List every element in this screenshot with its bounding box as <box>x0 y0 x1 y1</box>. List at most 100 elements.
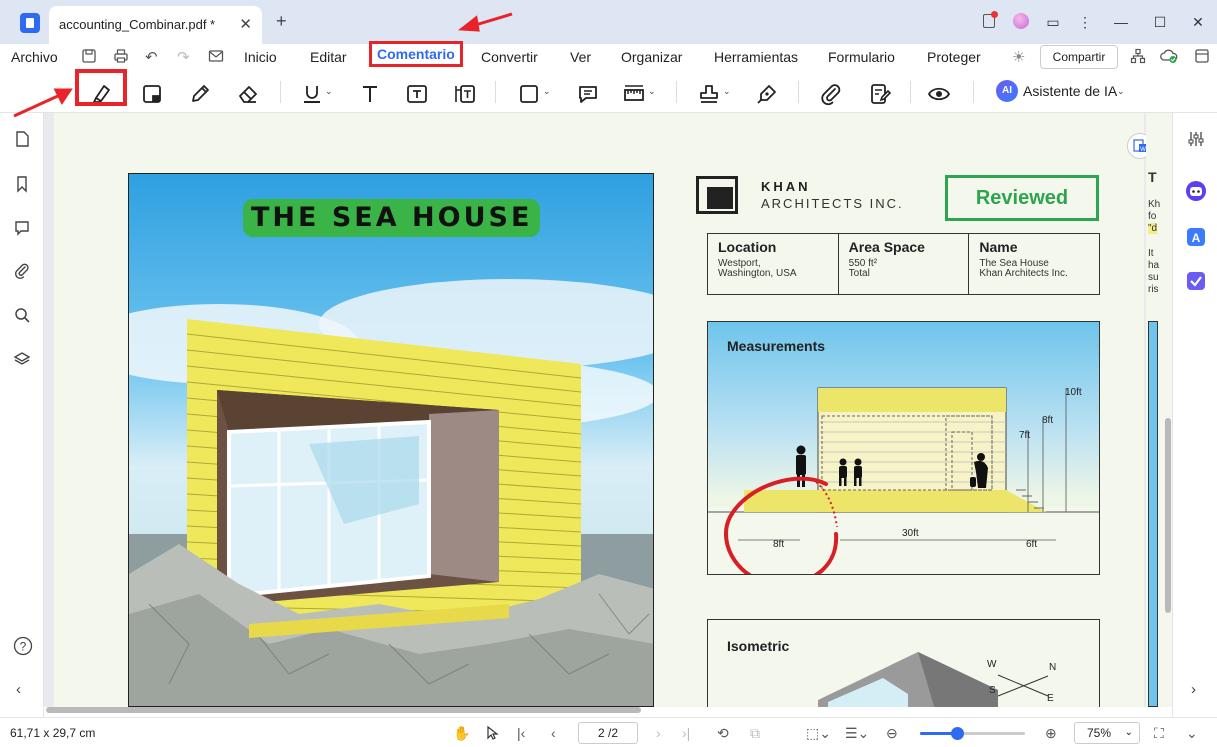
properties-icon[interactable] <box>1187 130 1205 148</box>
underline-icon[interactable] <box>298 80 326 108</box>
textbox-icon[interactable] <box>403 80 431 108</box>
menu-ver[interactable]: Ver <box>570 49 591 65</box>
attachments-icon[interactable] <box>13 262 31 280</box>
menu-editar[interactable]: Editar <box>310 49 347 65</box>
crop-icon[interactable]: ⧉ <box>750 725 760 742</box>
horizontal-scrollbar[interactable] <box>46 707 641 713</box>
expand-right-icon[interactable]: › <box>1191 681 1209 699</box>
zoom-level-select[interactable]: 75% ⌄ <box>1074 722 1140 744</box>
reviewed-stamp[interactable]: Reviewed <box>945 175 1099 221</box>
page2-image-edge <box>1148 321 1158 707</box>
company-logo-icon <box>696 176 738 214</box>
ai-robot-icon[interactable] <box>1185 180 1206 201</box>
menu-comentario[interactable]: Comentario <box>369 41 463 67</box>
page-layout-icon[interactable]: ☰⌄ <box>845 725 869 742</box>
hand-tool-icon[interactable]: ✋ <box>453 725 470 742</box>
chevron-down-icon[interactable]: ⌄ <box>648 86 656 97</box>
zoom-slider-knob[interactable] <box>950 727 964 740</box>
comments-icon[interactable] <box>13 219 31 237</box>
last-page-icon[interactable]: ›| <box>682 725 690 741</box>
share-button[interactable]: Compartir <box>1040 45 1118 69</box>
measure-icon[interactable] <box>620 80 648 108</box>
email-icon[interactable] <box>208 48 224 68</box>
menu-formulario[interactable]: Formulario <box>828 49 895 65</box>
cloud-sync-icon[interactable] <box>1160 48 1178 68</box>
next-page-icon[interactable]: › <box>656 725 661 741</box>
page-thumbnails-icon[interactable] <box>13 130 31 148</box>
layers-icon[interactable] <box>13 350 31 368</box>
note-icon[interactable] <box>574 80 602 108</box>
panel-icon[interactable] <box>1194 48 1210 68</box>
info-value: Washington, USA <box>718 268 797 279</box>
feedback-icon[interactable]: ▭ <box>1037 14 1069 31</box>
chevron-down-icon[interactable]: ⌄ <box>325 86 333 97</box>
minimize-icon[interactable]: — <box>1101 14 1141 30</box>
dimension-label: 6ft <box>1026 539 1038 550</box>
network-icon[interactable] <box>1130 48 1146 68</box>
previous-page-icon[interactable]: ‹ <box>551 725 556 741</box>
search-icon[interactable] <box>13 306 31 324</box>
compass-north: N <box>1049 662 1057 673</box>
sticky-note-icon[interactable] <box>138 80 166 108</box>
isometric-panel: Isometric W N S E <box>707 619 1100 707</box>
notification-icon[interactable] <box>973 10 1005 31</box>
page-number-input[interactable]: 2 /2 <box>578 722 638 744</box>
chevron-down-icon[interactable]: ⌄ <box>723 86 731 97</box>
eye-icon[interactable] <box>925 80 953 108</box>
page2-fragment: It <box>1148 248 1154 259</box>
page-fit-icon[interactable]: ⬚⌄ <box>806 725 831 742</box>
window-controls: ▭ ⋮ — ☐ ✕ <box>973 0 1217 44</box>
menu-organizar[interactable]: Organizar <box>621 49 682 65</box>
vertical-scrollbar[interactable] <box>1165 418 1171 613</box>
eraser-icon[interactable] <box>234 80 262 108</box>
document-viewport[interactable]: THE SEA HOUSE KHAN ARCHITECTS INC. Revie… <box>44 113 1172 707</box>
zoom-out-icon[interactable]: ⊖ <box>886 725 898 742</box>
stamp-icon[interactable] <box>695 80 723 108</box>
callout-icon[interactable] <box>451 80 479 108</box>
translate-ai-icon[interactable]: A <box>1185 226 1205 246</box>
page2-fragment: "d <box>1148 223 1158 234</box>
chevron-down-icon[interactable]: ⌄ <box>1117 86 1125 97</box>
page2-fragment: su <box>1148 272 1159 283</box>
menu-convertir[interactable]: Convertir <box>481 49 538 65</box>
signature-icon[interactable] <box>753 80 781 108</box>
document-tab[interactable]: accounting_Combinar.pdf * ✕ <box>49 6 262 44</box>
close-tab-icon[interactable]: ✕ <box>239 15 252 33</box>
more-options-icon[interactable]: ⋮ <box>1069 14 1101 31</box>
pencil-icon[interactable] <box>186 80 214 108</box>
bookmark-icon[interactable] <box>13 175 31 193</box>
first-page-icon[interactable]: |‹ <box>517 725 525 741</box>
toolbar-divider <box>910 81 911 103</box>
save-icon[interactable] <box>81 48 97 68</box>
svg-text:A: A <box>1192 231 1201 245</box>
menu-proteger[interactable]: Proteger <box>927 49 981 65</box>
zoom-slider[interactable] <box>920 727 1025 740</box>
select-tool-icon[interactable] <box>485 725 501 744</box>
lightbulb-icon[interactable]: ☀ <box>1012 48 1025 66</box>
collapse-left-icon[interactable]: ‹ <box>16 681 34 699</box>
attachment-icon[interactable] <box>817 80 845 108</box>
menu-archivo[interactable]: Archivo <box>11 49 58 65</box>
redo-icon[interactable]: ↷ <box>177 48 190 66</box>
text-icon[interactable] <box>356 80 384 108</box>
menu-inicio[interactable]: Inicio <box>244 49 277 65</box>
ai-assistant-icon[interactable]: AI <box>996 80 1018 102</box>
dimension-label: 8ft <box>773 539 785 550</box>
avatar[interactable] <box>1005 12 1037 32</box>
close-window-icon[interactable]: ✕ <box>1179 14 1217 31</box>
task-check-icon[interactable] <box>1185 270 1205 290</box>
maximize-icon[interactable]: ☐ <box>1141 14 1179 31</box>
print-icon[interactable] <box>113 48 129 68</box>
menu-herramientas[interactable]: Herramientas <box>714 49 798 65</box>
rotate-icon[interactable]: ⟲ <box>717 725 729 742</box>
fullscreen-icon[interactable]: ⛶ <box>1154 725 1164 742</box>
shape-icon[interactable] <box>515 80 543 108</box>
zoom-in-icon[interactable]: ⊕ <box>1045 725 1057 742</box>
ai-assistant-button[interactable]: Asistente de IA <box>1023 83 1117 99</box>
help-icon[interactable]: ? <box>13 636 33 656</box>
chevron-down-icon[interactable]: ⌄ <box>543 86 551 97</box>
undo-icon[interactable]: ↶ <box>145 48 158 66</box>
collapse-panel-icon[interactable]: ⌄ <box>1186 725 1198 742</box>
form-edit-icon[interactable] <box>866 80 894 108</box>
new-tab-icon[interactable]: + <box>276 11 287 32</box>
